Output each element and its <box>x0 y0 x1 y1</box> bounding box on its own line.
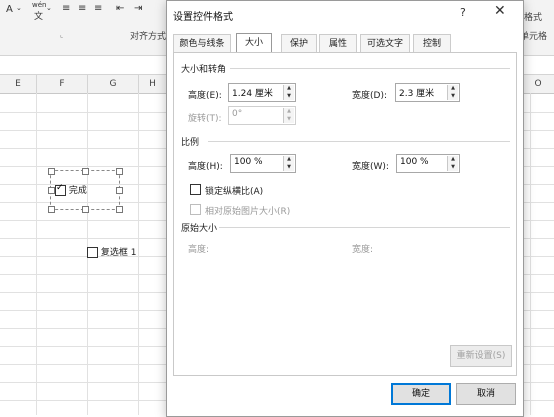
original-width-label: 宽度: <box>352 245 374 255</box>
lock-aspect-label: 锁定纵横比(A) <box>205 187 264 197</box>
column-header-h[interactable]: H <box>139 75 167 94</box>
column-header-f[interactable]: F <box>37 75 88 94</box>
scale-width-label: 宽度(W): <box>352 162 389 172</box>
reset-button[interactable]: 重新设置(S) <box>450 345 512 367</box>
checkbox-unchecked-icon[interactable] <box>87 247 98 258</box>
resize-handle[interactable] <box>116 187 123 194</box>
phonetic-button[interactable]: wén <box>32 1 46 9</box>
format-control-dialog: 设置控件格式 ? ✕ 颜色与线条 大小 保护 属性 可选文字 控制 大小和转角 … <box>166 0 524 417</box>
relative-size-checkbox[interactable]: 相对原始图片大小(R) <box>190 204 290 217</box>
done-checkbox-label: 完成 <box>68 186 87 196</box>
resize-handle[interactable] <box>48 206 55 213</box>
checkbox-checked-icon[interactable] <box>55 183 66 196</box>
format-label[interactable]: 格式 <box>524 10 542 23</box>
phonetic-char: 文 <box>34 12 44 22</box>
resize-handle[interactable] <box>116 168 123 175</box>
spin-up-icon[interactable]: ▲ <box>284 156 294 163</box>
grid-line <box>36 93 37 415</box>
ok-button[interactable]: 确定 <box>391 383 451 405</box>
tab-size[interactable]: 大小 <box>236 33 272 54</box>
resize-handle[interactable] <box>82 206 89 213</box>
checkbox-disabled-icon[interactable] <box>190 204 201 215</box>
tab-protection[interactable]: 保护 <box>281 34 317 53</box>
close-button[interactable]: ✕ <box>494 3 506 19</box>
align-group-label: 对齐方式 <box>130 32 167 42</box>
scale-height-label: 高度(H): <box>188 162 223 172</box>
selected-checkbox-control[interactable]: 完成 <box>48 168 123 213</box>
height-label: 高度(E): <box>188 91 222 101</box>
resize-handle[interactable] <box>82 168 89 175</box>
spinner-arrows: ▲ ▼ <box>447 85 458 100</box>
dropdown-icon[interactable]: ⌄ <box>46 4 52 12</box>
tab-colors-lines[interactable]: 颜色与线条 <box>173 34 231 53</box>
section-divider <box>219 227 510 228</box>
height-value: 1.24 厘米 <box>232 89 273 99</box>
lock-aspect-checkbox[interactable]: 锁定纵横比(A) <box>190 184 263 197</box>
column-header-o[interactable]: O <box>522 75 554 94</box>
spin-down-icon[interactable]: ▼ <box>284 164 294 171</box>
dropdown-icon[interactable]: ⌄ <box>16 4 22 12</box>
increase-indent-icon[interactable]: ⇥ <box>134 3 142 14</box>
checkbox-1[interactable]: 复选框 1 <box>87 245 136 258</box>
grid-line <box>530 93 531 415</box>
spinner-arrows: ▲ ▼ <box>283 108 294 123</box>
size-tab-panel: 大小和转角 高度(E): 1.24 厘米 ▲ ▼ 宽度(D): 2.3 厘米 ▲… <box>173 52 517 376</box>
width-value: 2.3 厘米 <box>399 89 435 99</box>
spin-up-icon[interactable]: ▲ <box>284 85 294 92</box>
cancel-button[interactable]: 取消 <box>456 383 516 405</box>
size-rotate-heading: 大小和转角 <box>181 65 227 75</box>
spinner-arrows: ▲ ▼ <box>447 156 458 171</box>
resize-handle[interactable] <box>48 168 55 175</box>
spinner-arrows: ▲ ▼ <box>283 156 294 171</box>
done-checkbox[interactable]: 完成 <box>55 183 87 196</box>
original-size-heading: 原始大小 <box>181 224 218 234</box>
section-divider <box>208 141 510 142</box>
cells-group-label: 单元格 <box>520 32 548 42</box>
tab-alt-text[interactable]: 可选文字 <box>360 34 410 53</box>
checkbox-unchecked-icon[interactable] <box>190 184 201 195</box>
original-height-label: 高度: <box>188 245 210 255</box>
font-color-button[interactable]: A <box>6 4 13 15</box>
height-spinner[interactable]: 1.24 厘米 ▲ ▼ <box>228 83 296 102</box>
width-spinner[interactable]: 2.3 厘米 ▲ ▼ <box>395 83 460 102</box>
section-divider <box>230 68 510 69</box>
column-header-g[interactable]: G <box>88 75 139 94</box>
align-right-icon[interactable]: ≡ <box>94 3 102 14</box>
spin-down-icon[interactable]: ▼ <box>448 93 458 100</box>
rotation-label: 旋转(T): <box>188 114 222 124</box>
spin-up-icon[interactable]: ▲ <box>448 85 458 92</box>
dialog-title: 设置控件格式 <box>173 12 233 23</box>
align-center-icon[interactable]: ≡ <box>78 3 86 14</box>
decrease-indent-icon[interactable]: ⇤ <box>116 3 124 14</box>
resize-handle[interactable] <box>48 187 55 194</box>
spin-down-icon[interactable]: ▼ <box>284 116 294 123</box>
relative-size-label: 相对原始图片大小(R) <box>205 207 291 217</box>
width-label: 宽度(D): <box>352 91 387 101</box>
rotation-spinner[interactable]: 0° ▲ ▼ <box>228 106 296 125</box>
spin-down-icon[interactable]: ▼ <box>448 164 458 171</box>
tab-control[interactable]: 控制 <box>413 34 451 53</box>
spin-down-icon[interactable]: ▼ <box>284 93 294 100</box>
scale-heading: 比例 <box>181 138 200 148</box>
column-header-e[interactable]: E <box>0 75 37 94</box>
align-left-icon[interactable]: ≡ <box>62 3 70 14</box>
scale-width-value: 100 % <box>400 157 429 167</box>
spin-up-icon[interactable]: ▲ <box>448 156 458 163</box>
font-dialog-launcher-icon[interactable]: ⌞ <box>60 31 63 39</box>
tab-properties[interactable]: 属性 <box>319 34 357 53</box>
help-button[interactable]: ? <box>460 6 466 19</box>
rotation-value: 0° <box>232 109 243 119</box>
scale-height-value: 100 % <box>234 157 263 167</box>
resize-handle[interactable] <box>116 206 123 213</box>
scale-width-spinner[interactable]: 100 % ▲ ▼ <box>396 154 460 173</box>
scale-height-spinner[interactable]: 100 % ▲ ▼ <box>230 154 296 173</box>
spinner-arrows: ▲ ▼ <box>283 85 294 100</box>
checkbox-1-label: 复选框 1 <box>100 248 137 258</box>
spin-up-icon[interactable]: ▲ <box>284 108 294 115</box>
grid-line <box>138 93 139 415</box>
